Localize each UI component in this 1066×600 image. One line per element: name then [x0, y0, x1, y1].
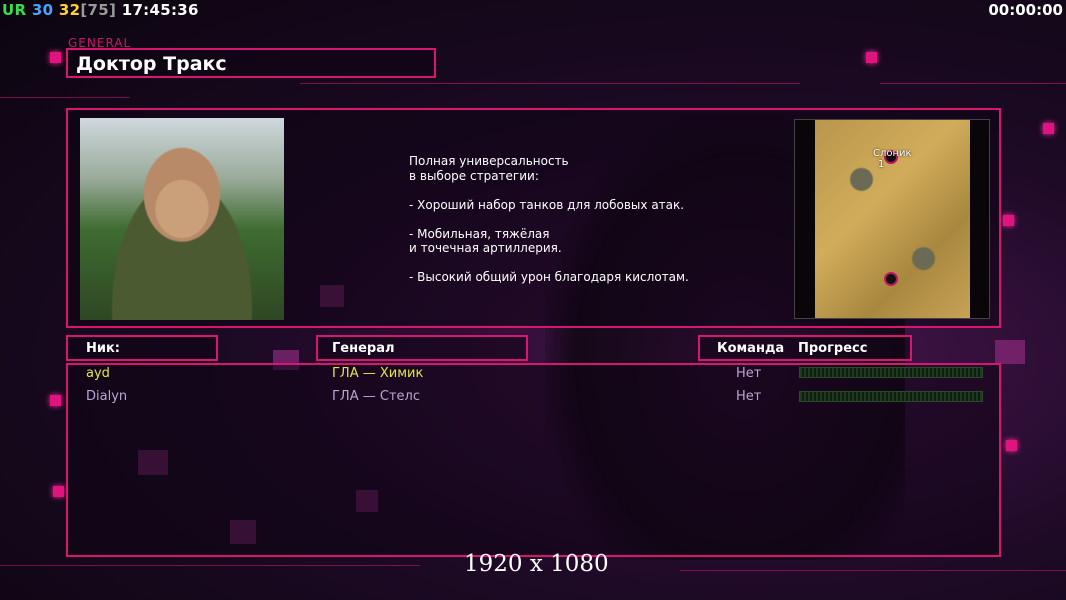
description-line: в выборе стратегии:	[409, 168, 539, 183]
column-header-team-progress: Команда Прогресс	[698, 335, 912, 361]
player-general: ГЛА — Стелс	[332, 389, 420, 404]
decor-line	[680, 570, 1066, 571]
general-portrait	[80, 118, 284, 320]
player-progress-bar	[799, 367, 983, 378]
description-line	[409, 256, 689, 271]
description-line	[409, 212, 689, 227]
description-line: - Мобильная, тяжёлая	[409, 226, 550, 241]
game-timer: 00:00:00	[988, 1, 1063, 19]
player-nick: ayd	[86, 366, 110, 381]
header-team-label: Команда	[717, 341, 785, 356]
page-title: Доктор Тракс	[76, 53, 227, 75]
description-line	[409, 183, 689, 198]
description-line: - Высокий общий урон благодаря кислотам.	[409, 270, 689, 284]
fps-value: 30	[31, 1, 54, 19]
description-line: и точечная артиллерия.	[409, 241, 562, 255]
resolution-label: 1920 x 1080	[464, 551, 609, 577]
general-description: Полная универсальность в выборе стратегии…	[409, 154, 689, 285]
description-line: Полная универсальность	[409, 154, 569, 168]
decor-line	[300, 83, 800, 84]
map-name: Слоник	[873, 148, 912, 159]
fps-bracket: [75]	[80, 1, 117, 19]
clock: 17:45:36	[121, 1, 199, 19]
header-progress-label: Прогресс	[798, 341, 868, 356]
decor-square	[1003, 215, 1014, 226]
title-box: Доктор Тракс	[66, 48, 436, 78]
minimap[interactable]: Слоник 1	[815, 120, 970, 318]
decor-square	[50, 52, 61, 63]
player-general: ГЛА — Химик	[332, 366, 424, 381]
player-team: Нет	[736, 366, 762, 381]
description-line: - Хороший набор танков для лобовых атак.	[409, 197, 685, 212]
header-general-label: Генерал	[332, 341, 395, 356]
decor-line	[0, 565, 420, 566]
decor-square	[50, 395, 61, 406]
decor-line	[0, 97, 130, 98]
decor-square	[866, 52, 877, 63]
player-progress-bar	[799, 391, 983, 402]
column-header-general: Генерал	[316, 335, 528, 361]
player-team: Нет	[736, 389, 762, 404]
decor-square	[1006, 440, 1017, 451]
decor-square	[1043, 123, 1054, 134]
slot-number: 1	[878, 159, 885, 170]
decor-square	[995, 340, 1025, 364]
header-nick-label: Ник:	[86, 341, 121, 356]
player-base-2	[884, 272, 898, 286]
hud-stats: UR 30 32[75] 17:45:36	[2, 1, 199, 19]
fps-target: 32	[58, 1, 81, 19]
column-header-nick: Ник:	[66, 335, 218, 361]
ur-label: UR	[2, 1, 27, 19]
decor-line	[880, 83, 1066, 84]
decor-square	[53, 486, 64, 497]
player-nick: Dialyn	[86, 389, 128, 404]
